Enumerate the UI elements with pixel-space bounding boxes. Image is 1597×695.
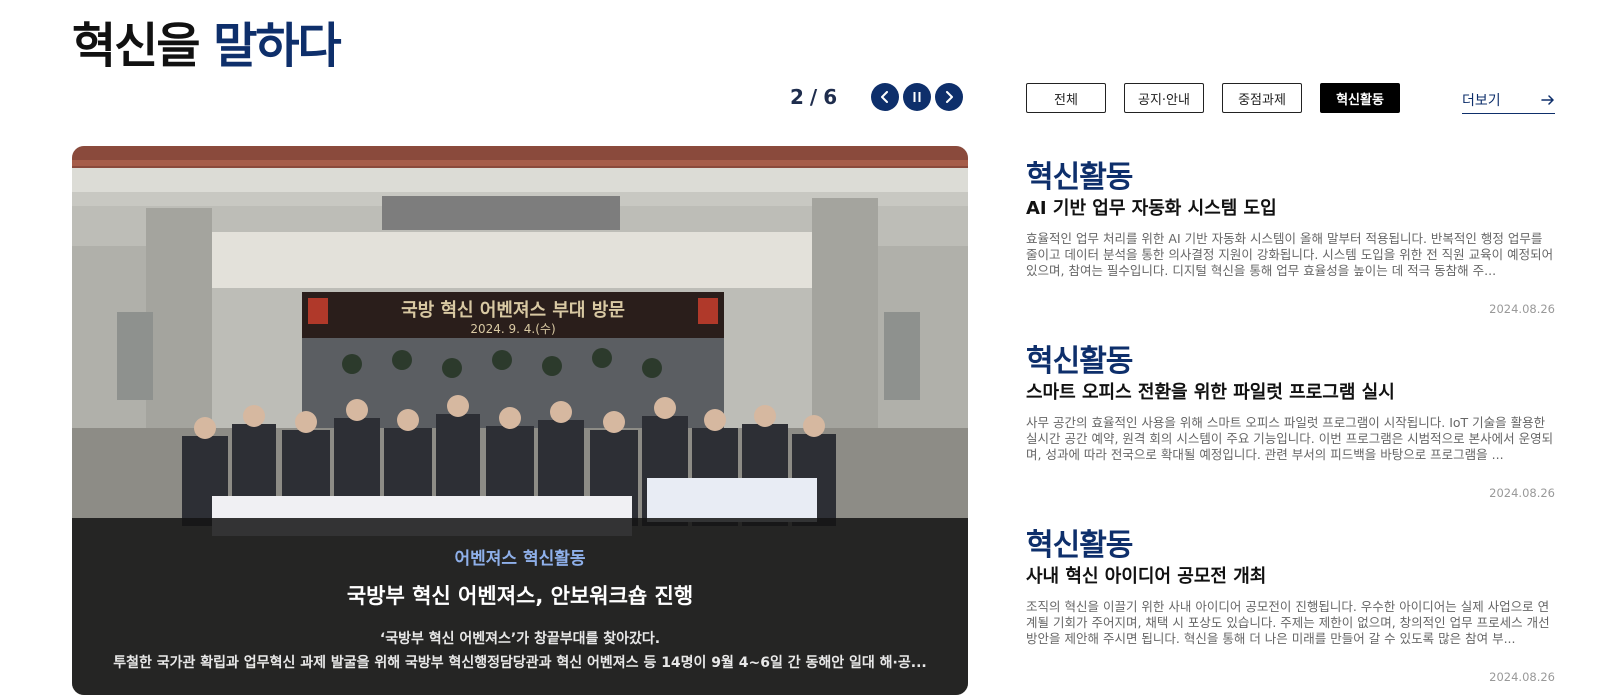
featured-caption: 어벤져스 혁신활동 국방부 혁신 어벤져스, 안보워크숍 진행 ‘국방부 혁신 … — [72, 518, 968, 695]
news-excerpt: 조직의 혁신을 이끌기 위한 사내 아이디어 공모전이 진행됩니다. 우수한 아… — [1026, 599, 1550, 646]
slide-current: 2 — [790, 85, 804, 109]
news-title[interactable]: AI 기반 업무 자동화 시스템 도입 — [1026, 197, 1555, 221]
section-title-primary: 혁신을 — [72, 18, 200, 74]
slide-pager: 2/6 — [790, 82, 964, 112]
section-title: 혁신을 말하다 — [72, 6, 342, 76]
tab-all[interactable]: 전체 — [1026, 83, 1106, 113]
next-slide-button[interactable] — [935, 83, 964, 111]
news-list: 혁신활동 AI 기반 업무 자동화 시스템 도입 효율적인 업무 처리를 위한 … — [1026, 160, 1555, 695]
photo-banner-text: 국방 혁신 어벤져스 부대 방문 — [401, 299, 625, 321]
slide-separator: / — [809, 85, 818, 109]
news-category: 혁신활동 — [1026, 344, 1133, 379]
section-title-accent: 말하다 — [213, 18, 341, 74]
news-excerpt: 효율적인 업무 처리를 위한 AI 기반 자동화 시스템이 올해 말부터 적용됩… — [1026, 231, 1554, 278]
news-title[interactable]: 스마트 오피스 전환을 위한 파일럿 프로그램 실시 — [1026, 381, 1555, 405]
arrow-right-icon — [1541, 94, 1554, 105]
news-item[interactable]: 혁신활동 스마트 오피스 전환을 위한 파일럿 프로그램 실시 사무 공간의 효… — [1026, 344, 1555, 528]
more-link-label: 더보기 — [1462, 92, 1501, 109]
featured-subtitle: ‘국방부 혁신 어벤져스’가 창끝부대를 찾아갔다. — [379, 631, 661, 647]
tab-focus-tasks[interactable]: 중점과제 — [1222, 83, 1302, 113]
slide-total: 6 — [823, 85, 838, 109]
tab-innovation-activity[interactable]: 혁신활동 — [1320, 83, 1400, 113]
news-item[interactable]: 혁신활동 AI 기반 업무 자동화 시스템 도입 효율적인 업무 처리를 위한 … — [1026, 160, 1555, 344]
news-date: 2024.08.26 — [1489, 486, 1555, 500]
news-excerpt: 사무 공간의 효율적인 사용을 위해 스마트 오피스 파일럿 프로그램이 시작됩… — [1026, 415, 1554, 462]
featured-description: 투철한 국가관 확립과 업무혁신 과제 발굴을 위해 국방부 혁신행정담당관과 … — [113, 655, 927, 671]
featured-article[interactable]: 국방 혁신 어벤져스 부대 방문 2024. 9. 4.(수) 어벤져스 혁신활… — [72, 146, 968, 695]
news-item[interactable]: 혁신활동 사내 혁신 아이디어 공모전 개최 조직의 혁신을 이끌기 위한 사내… — [1026, 528, 1555, 695]
photo-banner-date: 2024. 9. 4.(수) — [470, 322, 555, 336]
more-link[interactable]: 더보기 — [1462, 86, 1555, 114]
news-date: 2024.08.26 — [1489, 670, 1555, 684]
tab-notice[interactable]: 공지·안내 — [1124, 83, 1204, 113]
featured-title[interactable]: 국방부 혁신 어벤져스, 안보워크숍 진행 — [72, 580, 968, 610]
news-date: 2024.08.26 — [1489, 302, 1555, 316]
featured-category: 어벤져스 혁신활동 — [454, 549, 586, 569]
news-category: 혁신활동 — [1026, 160, 1133, 195]
category-tabs: 전체 공지·안내 중점과제 혁신활동 — [1026, 83, 1400, 113]
news-title[interactable]: 사내 혁신 아이디어 공모전 개최 — [1026, 565, 1555, 589]
chevron-left-icon — [881, 91, 889, 103]
pause-slide-button[interactable] — [903, 83, 932, 111]
slide-counter: 2/6 — [790, 85, 837, 109]
prev-slide-button[interactable] — [871, 83, 900, 111]
news-category: 혁신활동 — [1026, 528, 1133, 563]
chevron-right-icon — [946, 91, 954, 103]
pause-icon — [913, 92, 921, 102]
